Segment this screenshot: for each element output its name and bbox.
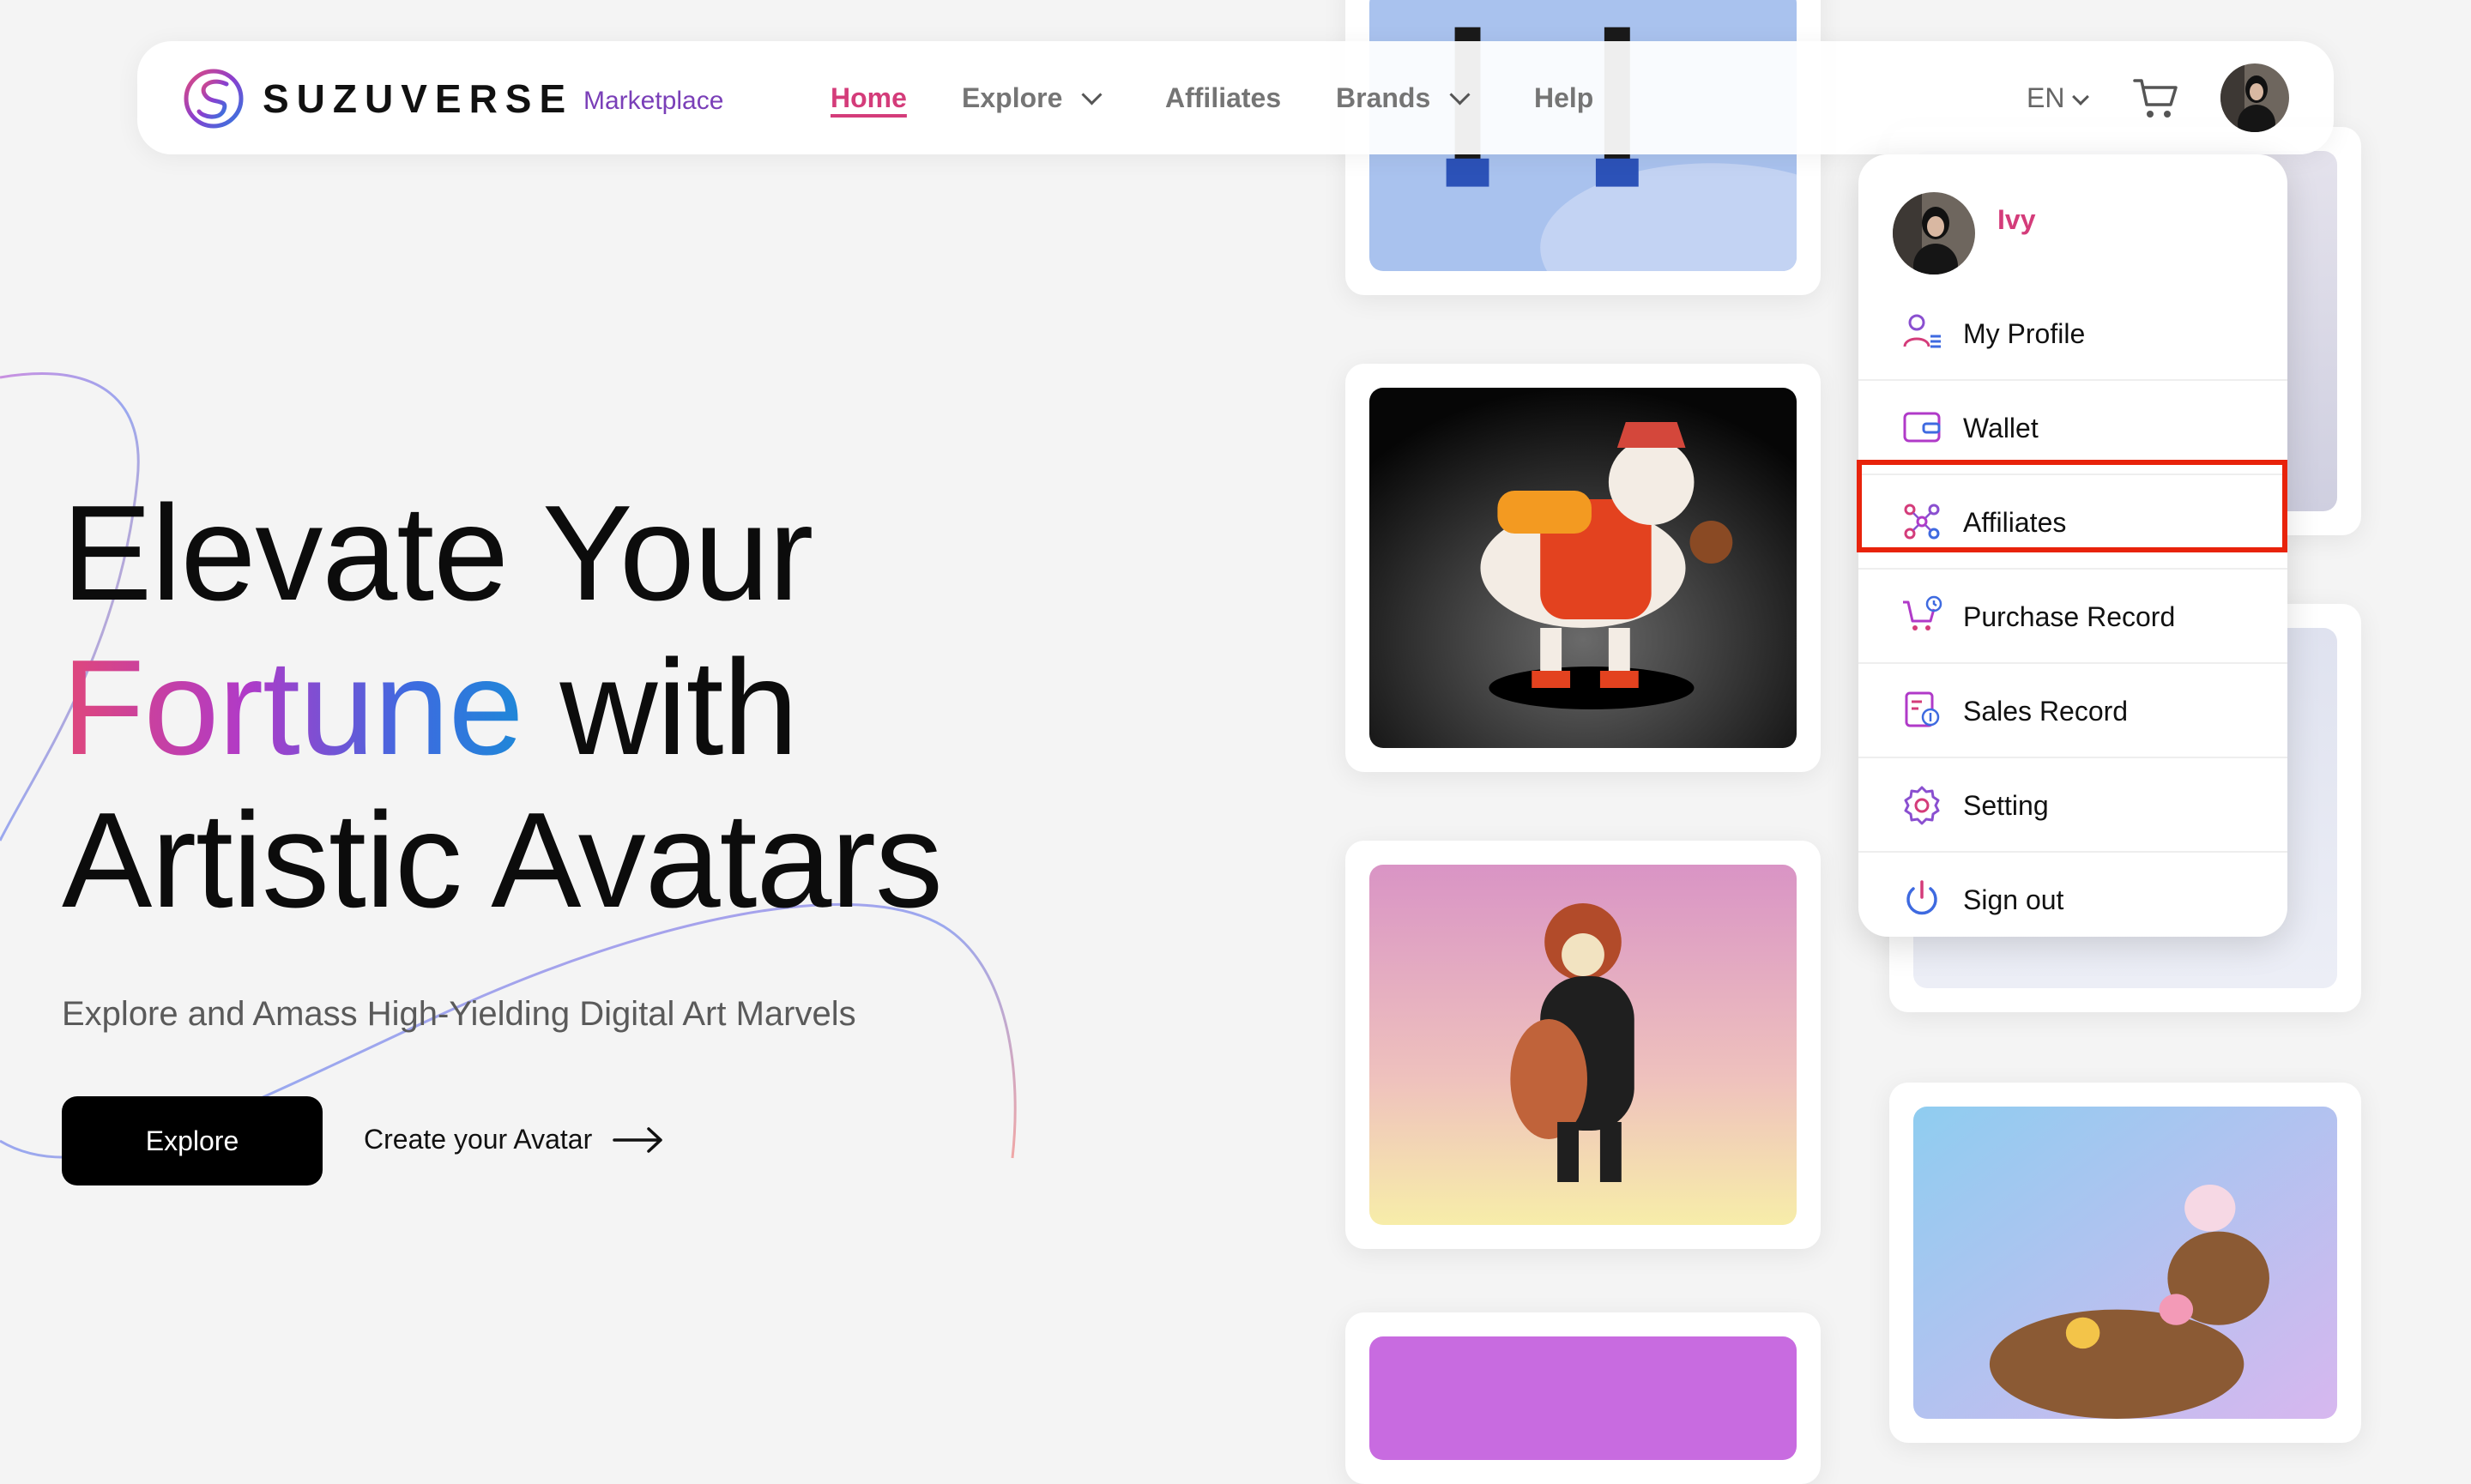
chevron-down-icon	[1081, 84, 1103, 106]
nft-image	[1369, 388, 1797, 748]
nav-explore-label: Explore	[962, 82, 1063, 113]
nft-image	[1369, 1336, 1797, 1460]
brand-subtitle: Marketplace	[583, 87, 724, 115]
brand-name[interactable]: SUZUVERSE	[263, 75, 573, 122]
sign-out-icon	[1906, 880, 1937, 915]
wallet-icon	[1903, 412, 1941, 443]
menu-item-label: My Profile	[1963, 318, 2086, 349]
hero-subtitle: Explore and Amass High-Yielding Digital …	[62, 995, 856, 1033]
highlight-box-affiliates	[1857, 460, 2287, 552]
menu-item-sign-out[interactable]: Sign out	[1858, 853, 2287, 947]
purchase-record-icon	[1903, 595, 1942, 630]
hero-title-line-2: Fortune with	[62, 640, 798, 775]
arrow-right-icon	[613, 1126, 662, 1153]
suzuverse-logo-icon[interactable]	[182, 67, 245, 130]
nft-card-shiba[interactable]	[1345, 364, 1821, 772]
chevron-down-icon	[1449, 84, 1471, 106]
menu-item-purchase-record[interactable]: Purchase Record	[1858, 570, 2287, 664]
chevron-down-icon	[2072, 88, 2090, 106]
setting-icon	[1904, 786, 1940, 825]
language-selector[interactable]: EN	[2027, 82, 2090, 114]
hero-title-line-3: Artistic Avatars	[62, 785, 943, 936]
explore-button[interactable]: Explore	[62, 1096, 323, 1185]
menu-item-label: Purchase Record	[1963, 601, 2176, 632]
menu-item-my-profile[interactable]: My Profile	[1858, 287, 2287, 381]
nav-affiliates[interactable]: Affiliates	[1165, 82, 1281, 114]
nav-brands-label: Brands	[1336, 82, 1431, 113]
menu-item-sales-record[interactable]: Sales Record	[1858, 664, 2287, 758]
top-navbar: SUZUVERSE Marketplace Home Explore Affil…	[137, 41, 2334, 154]
menu-item-label: Wallet	[1963, 413, 2039, 443]
create-avatar-link[interactable]: Create your Avatar	[364, 1124, 664, 1155]
nav-help[interactable]: Help	[1534, 82, 1593, 114]
nft-card-bottom[interactable]	[1345, 1312, 1821, 1484]
sales-record-icon	[1905, 691, 1940, 727]
menu-item-label: Setting	[1963, 790, 2049, 821]
nft-card-bear[interactable]	[1889, 1083, 2361, 1443]
cart-icon[interactable]	[2131, 75, 2179, 122]
nft-card-red-panda[interactable]	[1345, 841, 1821, 1249]
nav-explore[interactable]: Explore	[962, 82, 1103, 114]
hero-title-line-2-rest: with	[523, 632, 798, 783]
language-label: EN	[2027, 82, 2065, 113]
nft-image	[1369, 865, 1797, 1225]
menu-username: Ivy	[1997, 204, 2036, 235]
nav-home[interactable]: Home	[831, 82, 907, 114]
menu-item-setting[interactable]: Setting	[1858, 758, 2287, 853]
hero-title-highlight: Fortune	[62, 632, 524, 783]
nft-image	[1913, 1107, 2337, 1419]
create-avatar-label: Create your Avatar	[364, 1124, 593, 1155]
profile-icon	[1903, 314, 1941, 348]
nav-brands[interactable]: Brands	[1336, 82, 1471, 114]
menu-avatar	[1893, 192, 1975, 274]
menu-item-label: Sign out	[1963, 884, 2064, 915]
menu-item-label: Sales Record	[1963, 696, 2129, 727]
hero-title-line-1: Elevate Your	[62, 478, 813, 629]
user-avatar[interactable]	[2220, 63, 2289, 132]
